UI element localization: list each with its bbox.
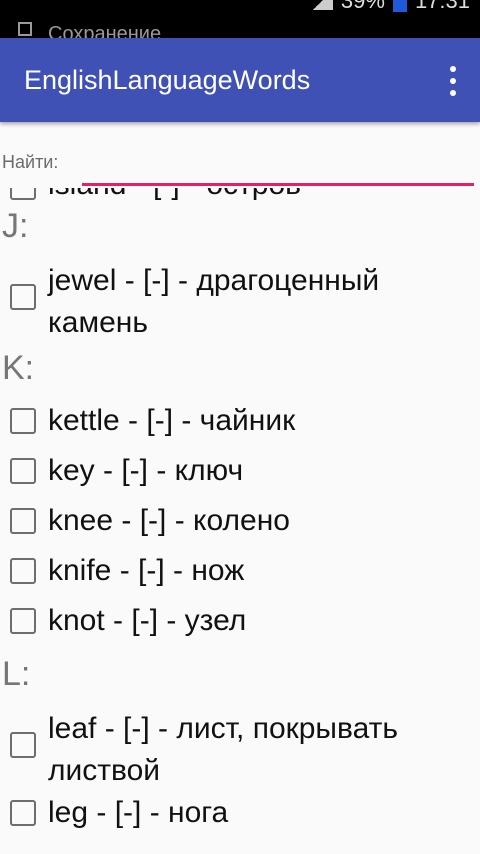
checkbox[interactable]	[10, 608, 36, 634]
list-item[interactable]: knife - [-] - нож	[0, 546, 480, 596]
word-text: knife - [-] - нож	[48, 554, 245, 587]
checkbox[interactable]	[10, 558, 36, 584]
list-item[interactable]: island - [-] - остров	[0, 188, 480, 201]
section-header: K:	[2, 349, 35, 387]
list-item[interactable]: kettle - [-] - чайник	[0, 396, 480, 446]
list-item[interactable]: jewel - [-] - драгоценный камень	[0, 254, 480, 340]
app-toolbar: EnglishLanguageWords	[0, 38, 480, 122]
image-notification-icon	[18, 22, 32, 36]
word-text: island - [-] - остров	[48, 188, 301, 201]
section-header: L:	[2, 655, 31, 693]
battery-percent: 39%	[340, 0, 385, 13]
status-bar: Сохранение 39% 17:31	[0, 0, 480, 38]
more-vert-icon[interactable]	[448, 66, 458, 96]
checkbox[interactable]	[10, 508, 36, 534]
list-item[interactable]: knee - [-] - колено	[0, 496, 480, 546]
list-item[interactable]: leg - [-] - нога	[0, 788, 480, 838]
checkbox[interactable]	[10, 458, 36, 484]
notification-text: Сохранение	[48, 23, 162, 38]
status-icons: 39% 17:31	[310, 0, 470, 14]
word-text: key - [-] - ключ	[48, 454, 244, 487]
list-item[interactable]: knot - [-] - узел	[0, 596, 480, 646]
word-list[interactable]: island - [-] - остров J: jewel - [-] - д…	[0, 188, 480, 854]
app-title: EnglishLanguageWords	[24, 65, 311, 95]
search-label: Найти:	[2, 152, 59, 172]
signal-icon	[310, 0, 333, 10]
word-text: knee - [-] - колено	[48, 504, 290, 537]
list-item[interactable]: key - [-] - ключ	[0, 446, 480, 496]
dot	[450, 66, 456, 72]
word-list-content: island - [-] - остров J: jewel - [-] - д…	[0, 188, 480, 838]
word-text: jewel - [-] - драгоценный камень	[48, 264, 380, 339]
word-text: kettle - [-] - чайник	[48, 404, 296, 437]
section-header: J:	[2, 207, 29, 245]
dot	[450, 90, 456, 96]
checkbox[interactable]	[10, 408, 36, 434]
list-item[interactable]: leaf - [-] - лист, покрывать листвой	[0, 702, 480, 788]
checkbox[interactable]	[10, 284, 36, 310]
word-text: knot - [-] - узел	[48, 604, 247, 637]
checkbox[interactable]	[10, 732, 36, 758]
clock: 17:31	[414, 0, 470, 13]
word-text: leg - [-] - нога	[48, 796, 229, 829]
battery-icon	[392, 0, 407, 12]
dot	[450, 78, 456, 84]
search-input[interactable]	[82, 148, 474, 186]
checkbox[interactable]	[10, 800, 36, 826]
checkbox[interactable]	[10, 188, 36, 200]
word-text: leaf - [-] - лист, покрывать листвой	[48, 712, 398, 787]
